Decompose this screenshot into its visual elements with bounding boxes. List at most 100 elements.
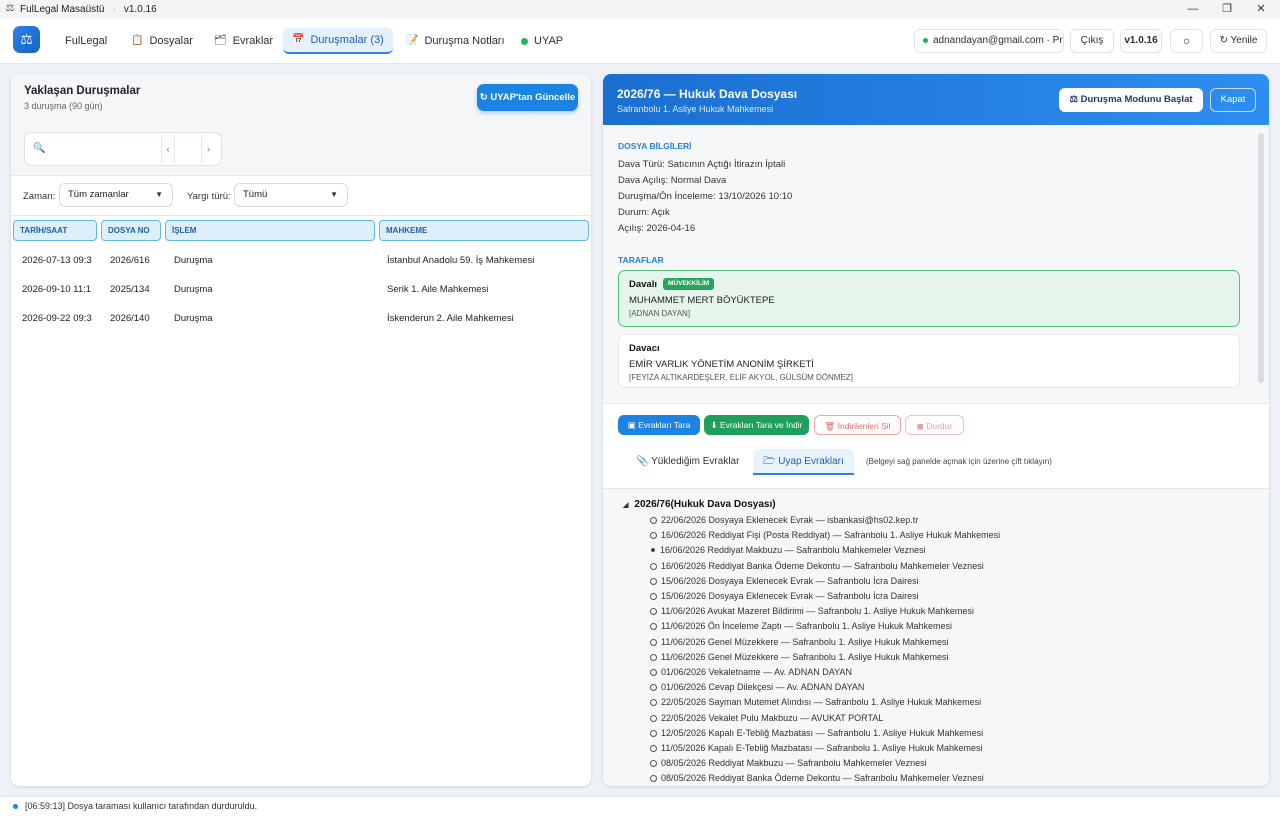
user-chip[interactable]: adnandayan@gmail.com · Pr... [914, 29, 1064, 53]
table-row[interactable]: 2026-09-10 11:1 2025/134 Duruşma Serik 1… [11, 275, 591, 304]
tree-item-label: 22/05/2026 Vekalet Pulu Makbuzu — AVUKAT… [661, 712, 884, 723]
nav-brand[interactable]: FulLegal [56, 28, 116, 54]
cell-action: Duruşma [174, 284, 213, 295]
maximize-icon[interactable]: ❐ [1212, 0, 1242, 18]
cell-court: İskenderun 2. Aile Mahkemesi [387, 313, 514, 324]
tree-item[interactable]: 12/05/2026 Kapalı E-Tebliğ Mazbatası — S… [650, 728, 983, 738]
tab-uploaded-documents[interactable]: 📎 Yüklediğim Evraklar [626, 449, 749, 475]
bullet-icon [650, 608, 657, 616]
tree-item[interactable]: 22/05/2026 Sayman Mutemet Alındısı — Saf… [650, 697, 981, 707]
stop-icon: ◼ [916, 421, 927, 431]
tree-item-label: 16/06/2026 Reddiyat Banka Ödeme Dekontu … [661, 560, 984, 571]
folder-icon: 🗁 [763, 456, 779, 467]
cell-date: 2026-09-22 09:3 [22, 313, 92, 324]
plaintiff-card[interactable]: Davacı EMİR VARLIK YÖNETİM ANONİM ŞİRKET… [618, 334, 1240, 388]
tree-item[interactable]: 08/05/2026 Reddiyat Banka Ödeme Dekontu … [650, 773, 984, 783]
tree-item[interactable]: 16/06/2026 Reddiyat Banka Ödeme Dekontu … [650, 561, 984, 571]
tree-item[interactable]: 15/06/2026 Dosyaya Eklenecek Evrak — Saf… [650, 591, 919, 601]
table-row[interactable]: 2026-07-13 09:3 2026/616 Duruşma İstanbu… [11, 246, 591, 275]
tree-item[interactable]: 11/05/2026 Kapalı E-Tebliğ Mazbatası — S… [650, 743, 983, 753]
nav-evraklar[interactable]: 🗂 Evraklar [205, 28, 282, 54]
tree-item[interactable]: 01/06/2026 Vekaletname — Av. ADNAN DAYAN [650, 667, 852, 677]
calendar-icon: 📅 [292, 34, 305, 45]
nav-durusmalar[interactable]: 📅 Duruşmalar (3) [283, 28, 393, 54]
note-edit-icon: 📝 [406, 35, 419, 46]
defendant-card[interactable]: Davalı MÜVEKKİLİM MUHAMMET MERT BÖYÜKTEP… [618, 270, 1240, 327]
stop-label: Durdur [926, 421, 953, 431]
minimize-icon[interactable]: — [1178, 0, 1208, 18]
info-hearing-date: Duruşma/Ön İnceleme: 13/10/2026 10:10 [618, 191, 793, 202]
start-hearing-mode-button[interactable]: ⚖ Duruşma Modunu Başlat [1059, 88, 1203, 112]
tree-item[interactable]: 22/05/2026 Vekalet Pulu Makbuzu — AVUKAT… [650, 713, 883, 723]
bullet-icon [650, 517, 657, 524]
tree-item[interactable]: 08/05/2026 Reddiyat Makbuzu — Safranbolu… [650, 758, 927, 768]
chevron-right-icon[interactable]: › [201, 135, 215, 163]
plaintiff-lawyers: [FEYİZA ALTIKARDEŞLER, ELİF AKYOL, GÜLSÜ… [629, 373, 853, 382]
nav-uyap-label: UYAP [534, 35, 564, 47]
bullet-icon [650, 638, 657, 646]
defendant-name: MUHAMMET MERT BÖYÜKTEPE [629, 295, 775, 306]
nav-dosyalar[interactable]: 📋 Dosyalar [122, 28, 202, 54]
chevron-left-icon[interactable]: ‹ [161, 135, 175, 163]
cell-file-no: 2026/140 [110, 313, 150, 324]
expand-triangle-icon[interactable]: ◢ [623, 502, 628, 509]
close-button[interactable]: Kapat [1210, 88, 1256, 112]
jurisdiction-filter-select[interactable]: Tümü ▼ [234, 183, 348, 207]
logout-button[interactable]: Çıkış [1070, 29, 1114, 53]
scan-documents-label: Evrakları Tara [638, 420, 691, 430]
tree-item[interactable]: 11/06/2026 Avukat Mazeret Bildirimi — Sa… [650, 606, 974, 616]
file-info-heading: DOSYA BİLGİLERİ [618, 141, 692, 151]
stop-button[interactable]: ◼ Durdur [905, 415, 964, 435]
tree-item[interactable]: 16/06/2026 Reddiyat Makbuzu — Safranbolu… [650, 545, 926, 555]
window-version: v1.0.16 [123, 3, 157, 15]
tree-item[interactable]: 11/06/2026 Genel Müzekkere — Safranbolu … [650, 637, 949, 647]
refresh-button[interactable]: ↻ Yenile [1210, 29, 1267, 53]
table-row[interactable]: 2026-09-22 09:3 2026/140 Duruşma İskende… [11, 304, 591, 333]
case-detail-panel: 2026/76 — Hukuk Dava Dosyası Safranbolu … [603, 74, 1269, 786]
tree-item[interactable]: 15/06/2026 Dosyaya Eklenecek Evrak — Saf… [650, 576, 919, 586]
tree-item-label: 12/05/2026 Kapalı E-Tebliğ Mazbatası — S… [661, 727, 984, 738]
info-status: Durum: Açık [618, 207, 670, 218]
tree-item[interactable]: 01/06/2026 Cevap Dilekçesi — Av. ADNAN D… [650, 682, 864, 692]
column-header-file-no[interactable]: DOSYA NO [101, 220, 161, 241]
scan-download-button[interactable]: ⬇ Evrakları Tara ve İndir [704, 415, 809, 435]
tree-item-label: 08/05/2026 Reddiyat Banka Ödeme Dekontu … [661, 773, 984, 784]
nav-uyap[interactable]: UYAP [512, 28, 572, 54]
tree-item[interactable]: 11/06/2026 Ön İnceleme Zaptı — Safranbol… [650, 621, 952, 631]
bullet-icon [650, 653, 657, 661]
tab-uyap-documents[interactable]: 🗁 Uyap Evrakları [753, 449, 854, 475]
column-header-date[interactable]: TARİH/SAAT [13, 220, 97, 241]
cell-file-no: 2026/616 [110, 255, 150, 266]
tree-item-label: 08/05/2026 Reddiyat Makbuzu — Safranbolu… [661, 758, 927, 769]
tree-root-label: 2026/76(Hukuk Dava Dosyası) [634, 499, 776, 510]
time-filter-label: Zaman: [23, 191, 56, 202]
jurisdiction-filter-value: Tümü [243, 189, 268, 200]
cell-court: Serik 1. Aile Mahkemesi [387, 284, 489, 295]
parties-heading: TARAFLAR [618, 255, 664, 265]
info-scrollbar[interactable] [1258, 133, 1264, 383]
delete-downloaded-button[interactable]: 🗑 İndirilenleri Sil [814, 415, 901, 435]
tree-item[interactable]: 11/06/2026 Genel Müzekkere — Safranbolu … [650, 652, 949, 662]
title-bar: ⚖ FulLegal Masaüstü · v1.0.16 — ❐ ✕ [0, 0, 1280, 18]
bullet-icon [650, 760, 657, 768]
uyap-update-button[interactable]: ↻ UYAP'tan Güncelle [477, 84, 578, 111]
search-input[interactable]: 🔍 ‹ › [24, 132, 222, 166]
bullet-icon [650, 745, 657, 752]
filter-bar: Zaman: Tüm zamanlar ▼ Yargı türü: Tümü ▼ [11, 176, 591, 216]
column-header-action[interactable]: İŞLEM [165, 220, 375, 241]
user-email: adnandayan@gmail.com · Pr... [933, 35, 1064, 46]
close-window-icon[interactable]: ✕ [1246, 0, 1276, 18]
tree-root-node[interactable]: ◢ 2026/76(Hukuk Dava Dosyası) [623, 499, 776, 510]
nav-brand-label: FulLegal [65, 35, 108, 47]
tree-item[interactable]: 16/06/2026 Reddiyat Fişi (Posta Reddiyat… [650, 530, 1000, 540]
scan-documents-button[interactable]: ▣ Evrakları Tara [618, 415, 700, 435]
theme-toggle-button[interactable]: ○ [1170, 29, 1203, 53]
double-click-hint: (Belgeyi sağ panelde açmak için üzerine … [866, 457, 1052, 466]
time-filter-select[interactable]: Tüm zamanlar ▼ [59, 183, 173, 207]
tree-item[interactable]: 22/06/2026 Dosyaya Eklenecek Evrak — isb… [650, 515, 918, 525]
nav-durusma-notlari[interactable]: 📝 Duruşma Notları [397, 28, 514, 54]
column-header-court[interactable]: MAHKEME [379, 220, 589, 241]
tree-item-label: 22/05/2026 Sayman Mutemet Alındısı — Saf… [661, 697, 982, 708]
cell-action: Duruşma [174, 313, 213, 324]
tree-item-label: 22/06/2026 Dosyaya Eklenecek Evrak — isb… [661, 515, 919, 525]
